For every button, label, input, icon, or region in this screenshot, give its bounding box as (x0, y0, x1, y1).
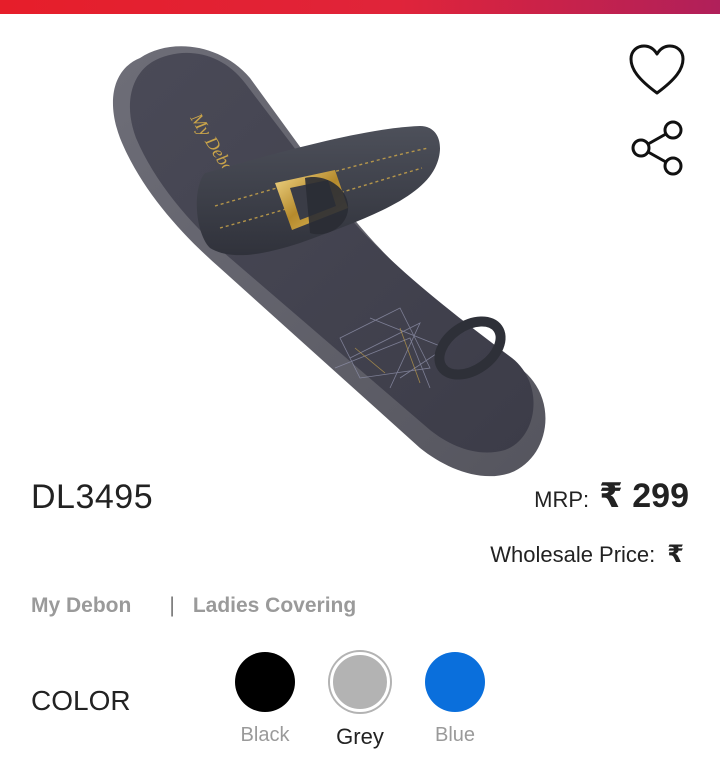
brand-link[interactable]: My Debon (31, 594, 131, 618)
color-label: COLOR (31, 685, 131, 716)
category-link[interactable]: Ladies Covering (193, 594, 356, 618)
color-swatch[interactable] (235, 652, 295, 712)
mrp-label: MRP: (534, 487, 590, 512)
wholesale-label: Wholesale Price: (490, 542, 656, 567)
color-option-blue[interactable]: Blue (425, 652, 485, 747)
tag-separator: | (169, 594, 175, 617)
wishlist-button[interactable] (627, 40, 687, 100)
color-swatch[interactable] (425, 652, 485, 712)
color-swatch-selected[interactable] (330, 652, 390, 712)
color-name: Blue (434, 724, 476, 746)
mrp-block: MRP: ₹ 299 (534, 476, 689, 516)
color-name: Grey (336, 724, 384, 749)
product-code: DL3495 (31, 478, 154, 516)
product-image[interactable]: My Debon (100, 38, 560, 478)
heart-outline-icon (629, 44, 685, 95)
share-icon (631, 120, 683, 176)
product-tags: My Debon | Ladies Covering (31, 594, 356, 618)
share-button[interactable] (627, 118, 687, 178)
wholesale-price: Wholesale Price: ₹ (490, 540, 684, 569)
wholesale-value: ₹ (667, 541, 684, 568)
color-name: Black (240, 724, 290, 746)
top-accent-bar (0, 0, 720, 14)
mrp-value: ₹ 299 (599, 477, 689, 515)
color-option-grey[interactable]: Grey (330, 652, 390, 750)
color-option-black[interactable]: Black (235, 652, 295, 747)
